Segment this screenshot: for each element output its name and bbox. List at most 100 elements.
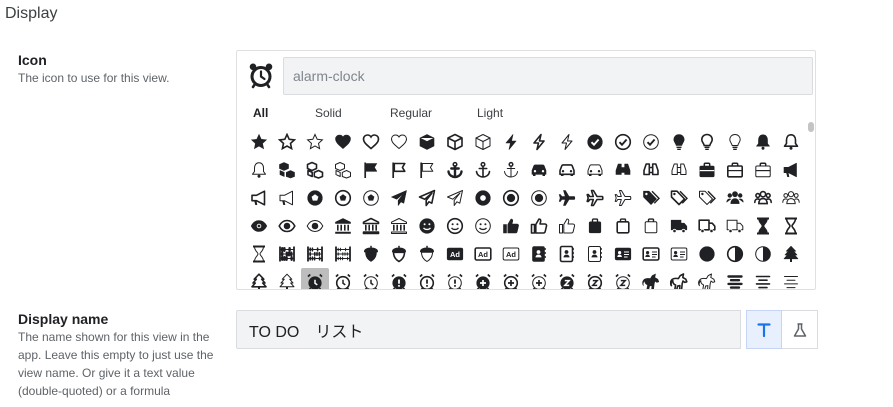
suitcase-solid-icon[interactable] — [581, 212, 609, 240]
truck-regular-icon[interactable] — [693, 212, 721, 240]
cube-light-icon[interactable] — [469, 128, 497, 156]
bullhorn-solid-icon[interactable] — [777, 156, 805, 184]
tree-solid-icon[interactable] — [777, 240, 805, 268]
university-light-icon[interactable] — [385, 212, 413, 240]
check-circle-solid-icon[interactable] — [581, 128, 609, 156]
hourglass-light-icon[interactable] — [245, 240, 273, 268]
cubes-regular-icon[interactable] — [301, 156, 329, 184]
users-regular-icon[interactable] — [749, 184, 777, 212]
check-circle-light-icon[interactable] — [637, 128, 665, 156]
align-center-regular-icon[interactable] — [749, 268, 777, 289]
cube-solid-icon[interactable] — [413, 128, 441, 156]
tree-light-icon[interactable] — [273, 268, 301, 289]
university-regular-icon[interactable] — [357, 212, 385, 240]
filter-tab-light[interactable]: Light — [477, 106, 503, 120]
life-ring-solid-icon[interactable] — [469, 184, 497, 212]
star-regular-icon[interactable] — [273, 128, 301, 156]
futbol-solid-icon[interactable] — [301, 184, 329, 212]
tags-light-icon[interactable] — [693, 184, 721, 212]
adjust-regular-icon[interactable] — [721, 240, 749, 268]
filter-tab-all[interactable]: All — [253, 106, 268, 120]
abacus-solid-icon[interactable] — [273, 240, 301, 268]
heart-solid-icon[interactable] — [329, 128, 357, 156]
eye-regular-icon[interactable] — [273, 212, 301, 240]
eye-light-icon[interactable] — [301, 212, 329, 240]
futbol-regular-icon[interactable] — [329, 184, 357, 212]
filter-tab-regular[interactable]: Regular — [390, 106, 432, 120]
heart-regular-icon[interactable] — [357, 128, 385, 156]
anchor-light-icon[interactable] — [497, 156, 525, 184]
abacus-regular-icon[interactable] — [301, 240, 329, 268]
acorn-regular-icon[interactable] — [385, 240, 413, 268]
eye-solid-icon[interactable] — [245, 212, 273, 240]
lightbulb-light-icon[interactable] — [721, 128, 749, 156]
cubes-light-icon[interactable] — [329, 156, 357, 184]
abacus-light-icon[interactable] — [329, 240, 357, 268]
smile-regular-icon[interactable] — [441, 212, 469, 240]
briefcase-solid-icon[interactable] — [693, 156, 721, 184]
tags-regular-icon[interactable] — [665, 184, 693, 212]
adjust-light-icon[interactable] — [749, 240, 777, 268]
ad-solid-icon[interactable]: Ad — [441, 240, 469, 268]
icon-grid-scrollbar[interactable] — [808, 122, 814, 132]
users-solid-icon[interactable] — [721, 184, 749, 212]
bell-light-icon[interactable] — [245, 156, 273, 184]
paper-plane-light-icon[interactable] — [441, 184, 469, 212]
alarm-snooze-regular-icon[interactable] — [581, 268, 609, 289]
cubes-solid-icon[interactable] — [273, 156, 301, 184]
align-center-solid-icon[interactable] — [721, 268, 749, 289]
smile-solid-icon[interactable] — [413, 212, 441, 240]
bullhorn-regular-icon[interactable] — [245, 184, 273, 212]
anchor-regular-icon[interactable] — [469, 156, 497, 184]
alarm-snooze-solid-icon[interactable] — [553, 268, 581, 289]
bell-regular-icon[interactable] — [777, 128, 805, 156]
acorn-solid-icon[interactable] — [357, 240, 385, 268]
icon-search-input[interactable] — [283, 57, 813, 95]
alarm-snooze-light-icon[interactable] — [609, 268, 637, 289]
briefcase-regular-icon[interactable] — [721, 156, 749, 184]
address-book-regular-icon[interactable] — [553, 240, 581, 268]
bell-solid-icon[interactable] — [749, 128, 777, 156]
address-book-solid-icon[interactable] — [525, 240, 553, 268]
hourglass-solid-icon[interactable] — [749, 212, 777, 240]
ad-regular-icon[interactable]: Ad — [469, 240, 497, 268]
adjust-solid-icon[interactable] — [693, 240, 721, 268]
suitcase-regular-icon[interactable] — [609, 212, 637, 240]
alarm-plus-light-icon[interactable] — [525, 268, 553, 289]
briefcase-light-icon[interactable] — [749, 156, 777, 184]
tree-regular-icon[interactable] — [245, 268, 273, 289]
binoculars-solid-icon[interactable] — [609, 156, 637, 184]
alicorn-regular-icon[interactable] — [665, 268, 693, 289]
hourglass-regular-icon[interactable] — [777, 212, 805, 240]
flag-regular-icon[interactable] — [385, 156, 413, 184]
life-ring-regular-icon[interactable] — [497, 184, 525, 212]
tags-solid-icon[interactable] — [637, 184, 665, 212]
alarm-plus-solid-icon[interactable] — [469, 268, 497, 289]
bolt-solid-icon[interactable] — [497, 128, 525, 156]
truck-solid-icon[interactable] — [665, 212, 693, 240]
flag-light-icon[interactable] — [413, 156, 441, 184]
alarm-plus-regular-icon[interactable] — [497, 268, 525, 289]
check-circle-regular-icon[interactable] — [609, 128, 637, 156]
thumbs-up-regular-icon[interactable] — [525, 212, 553, 240]
truck-light-icon[interactable] — [721, 212, 749, 240]
address-card-solid-icon[interactable] — [609, 240, 637, 268]
acorn-light-icon[interactable] — [413, 240, 441, 268]
bolt-regular-icon[interactable] — [525, 128, 553, 156]
filter-tab-solid[interactable]: Solid — [315, 106, 342, 120]
car-regular-icon[interactable] — [553, 156, 581, 184]
alarm-exclamation-solid-icon[interactable] — [385, 268, 413, 289]
alarm-clock-solid-icon[interactable] — [301, 268, 329, 289]
bolt-light-icon[interactable] — [553, 128, 581, 156]
text-mode-button[interactable] — [746, 310, 782, 349]
lightbulb-solid-icon[interactable] — [665, 128, 693, 156]
users-light-icon[interactable] — [777, 184, 805, 212]
futbol-light-icon[interactable] — [357, 184, 385, 212]
car-light-icon[interactable] — [581, 156, 609, 184]
align-center-light-icon[interactable] — [777, 268, 805, 289]
lightbulb-regular-icon[interactable] — [693, 128, 721, 156]
alarm-exclamation-light-icon[interactable] — [441, 268, 469, 289]
car-solid-icon[interactable] — [525, 156, 553, 184]
plane-solid-icon[interactable] — [553, 184, 581, 212]
smile-light-icon[interactable] — [469, 212, 497, 240]
